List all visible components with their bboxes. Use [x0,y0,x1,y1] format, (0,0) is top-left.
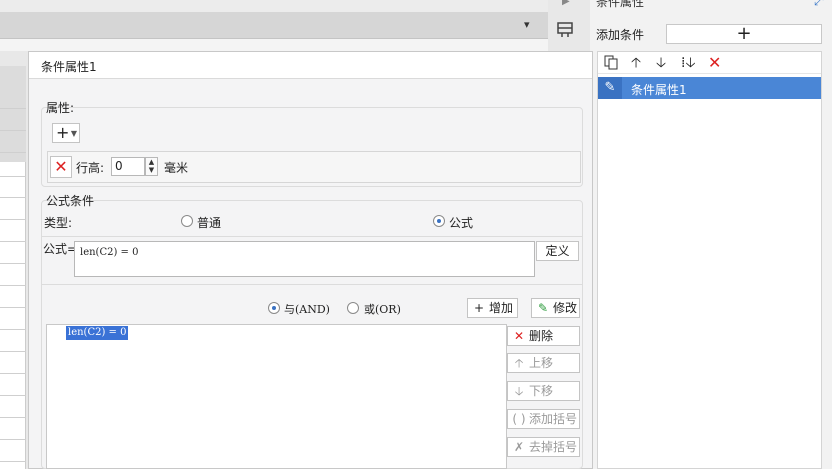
plus-icon: + [473,301,485,315]
move-up-label: 上移 [529,356,554,370]
delete-attribute-button[interactable]: ✕ [50,156,72,178]
row-height-unit: 毫米 [164,161,189,175]
define-button[interactable]: 定义 [536,241,579,261]
delete-button-label: 删除 [529,329,554,343]
delete-button[interactable]: ✕ 删除 [507,326,580,346]
add-condition-row-button[interactable]: + 增加 [467,298,518,318]
move-up-button[interactable]: 🡡 上移 [507,353,580,373]
type-formula-label[interactable]: 公式 [449,214,473,231]
remove-parentheses-icon: ✗ [513,440,525,454]
modify-button-label: 修改 [553,301,578,315]
dialog-header [29,52,592,79]
condition-list-toolbar: 🡡 🡣 ⁞🡣 ✕ [598,52,821,74]
editor-toolbar [0,12,548,39]
move-down-label: 下移 [529,384,554,398]
row-height-spinner[interactable]: ▲ ▼ [145,157,158,176]
type-formula-radio[interactable] [433,215,445,227]
add-parentheses-button[interactable]: ( ) 添加括号 [507,409,580,429]
divider [41,236,583,237]
logic-or-label[interactable]: 或(OR) [364,301,401,317]
modify-icon: ✎ [537,301,549,315]
logic-or-radio[interactable] [347,302,359,314]
divider [41,284,583,285]
cell-element-icon[interactable] [556,20,576,38]
parentheses-icon: ( ) [512,412,526,426]
panel-title: 条件属性 [596,0,645,9]
expand-corner-icon[interactable]: ⤢ [814,0,824,9]
modify-button[interactable]: ✎ 修改 [531,298,580,318]
dialog-title: 条件属性1 [41,60,97,74]
remove-parentheses-button[interactable]: ✗ 去掉括号 [507,437,580,457]
sort-down-icon[interactable]: ⁞🡣 [681,54,696,72]
move-down-button[interactable]: 🡣 下移 [507,381,580,401]
copy-icon[interactable] [603,54,619,75]
type-normal-radio[interactable] [181,215,193,227]
add-condition-label: 添加条件 [596,28,645,42]
add-condition-button[interactable]: + [666,24,822,44]
add-parentheses-label: 添加括号 [529,412,578,426]
condition-list-item[interactable]: ✎ 条件属性1 [598,77,821,99]
condition-expression-list[interactable] [46,324,507,469]
logic-and-label[interactable]: 与(AND) [284,301,330,317]
sheet-row-headers [0,66,26,469]
type-normal-label[interactable]: 普通 [197,214,221,231]
formula-condition-title: 公式条件 [46,194,95,208]
arrow-down-icon: 🡣 [514,384,524,398]
condition-expression-item[interactable]: len(C2) = 0 [66,326,129,340]
attributes-title: 属性: [46,101,75,115]
condition-list [597,51,822,469]
formula-field-label: 公式= [43,242,78,256]
condition-list-item-label: 条件属性1 [631,83,687,97]
editor-top-strip [0,0,548,12]
delete-icon: ✕ [513,329,525,343]
formula-input[interactable]: len(C2) = 0 [74,241,535,277]
chevron-down-icon: ▼ [70,129,77,138]
row-height-label: 行高: [76,161,105,175]
arrow-up-icon[interactable]: 🡡 [631,54,641,72]
arrow-right-icon[interactable]: ▶ [562,0,570,7]
type-label: 类型: [44,216,73,230]
arrow-down-icon[interactable]: 🡣 [656,54,666,72]
logic-and-radio[interactable] [268,302,280,314]
delete-icon[interactable]: ✕ [708,54,721,72]
remove-parentheses-label: 去掉括号 [529,440,578,454]
row-height-input[interactable]: 0 [111,157,145,176]
edit-pencil-icon[interactable]: ✎ [598,77,622,99]
arrow-up-icon: 🡡 [514,356,524,370]
add-attribute-button[interactable]: + ▼ [52,123,80,143]
add-button-label: 增加 [489,301,514,315]
plus-icon: + [56,123,70,142]
collapse-toolbar-icon[interactable]: ▾ [524,18,530,31]
editor-strip [0,39,548,51]
